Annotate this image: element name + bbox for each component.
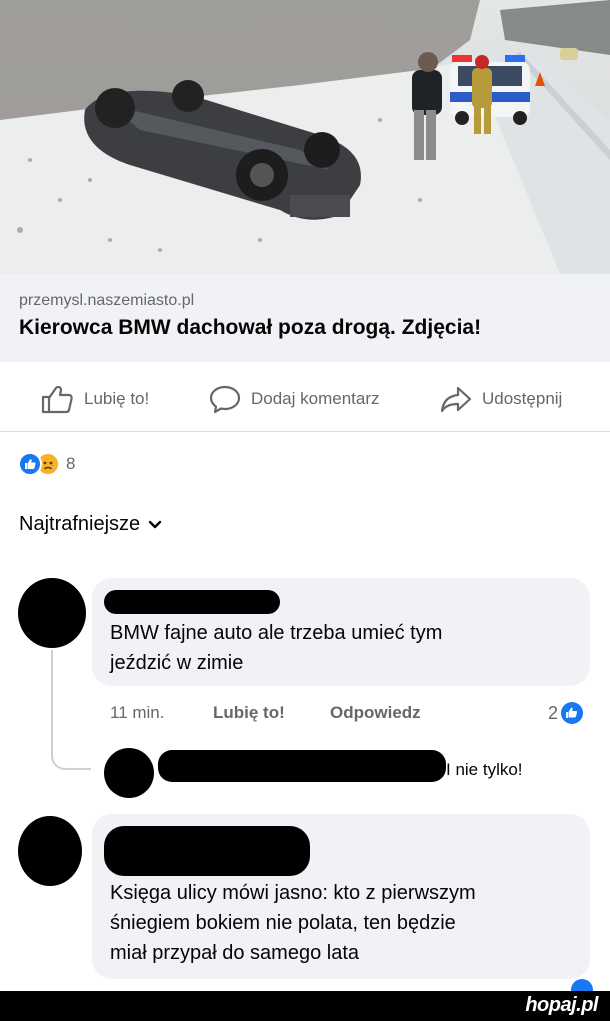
share-button-label: Udostępnij <box>482 389 563 408</box>
share-button[interactable]: Udostępnij <box>440 384 562 414</box>
share-arrow-icon <box>440 386 472 413</box>
avatar[interactable] <box>104 748 154 798</box>
link-preview[interactable]: przemysl.naszemiasto.pl Kierowca BMW dac… <box>0 274 610 362</box>
post-photo-illustration <box>0 0 610 274</box>
comment-sort-label: Najtrafniejsze <box>19 513 141 535</box>
comment-like-count[interactable]: 2 <box>548 701 584 725</box>
like-reaction-icon <box>561 702 584 724</box>
post-action-bar: Lubię to! Dodaj komentarz Udostępnij <box>0 362 610 432</box>
comment-timestamp: 11 min. <box>110 703 165 722</box>
watermark-logo: hopaj.pl <box>525 994 598 1016</box>
comment-text: BMW fajne auto ale trzeba umieć tym jeźd… <box>110 622 443 674</box>
avatar[interactable] <box>18 578 86 648</box>
like-button[interactable]: Lubię to! <box>40 384 149 414</box>
thread-connector-line <box>51 650 91 770</box>
comment-text: Księga ulicy mówi jasno: kto z pierwszym… <box>110 882 476 964</box>
redacted-author-name[interactable] <box>104 826 310 876</box>
thumbs-up-icon <box>41 385 73 414</box>
comment-like-button[interactable]: Lubię to! <box>213 703 285 723</box>
reply-preview-text[interactable]: I nie tylko! <box>446 760 523 780</box>
like-reaction-icon <box>18 452 42 476</box>
like-button-label: Lubię to! <box>84 389 150 408</box>
comment-bubble-icon <box>209 385 241 414</box>
comment-button[interactable]: Dodaj komentarz <box>209 384 380 414</box>
comment-button-label: Dodaj komentarz <box>251 389 380 408</box>
footer-bar: hopaj.pl <box>0 991 610 1021</box>
reaction-count: 8 <box>66 454 76 473</box>
comment-reply-button[interactable]: Odpowiedz <box>330 703 421 723</box>
like-reaction-icon <box>571 979 593 992</box>
chevron-down-icon <box>148 520 162 528</box>
comment-sort-dropdown[interactable]: Najtrafniejsze <box>19 513 162 536</box>
facebook-post-screenshot: przemysl.naszemiasto.pl Kierowca BMW dac… <box>0 0 610 1021</box>
post-photo[interactable] <box>0 0 610 274</box>
link-title[interactable]: Kierowca BMW dachował poza drogą. Zdjęci… <box>19 316 591 340</box>
redacted-author-name[interactable] <box>104 590 280 614</box>
reactions-summary[interactable]: 8 <box>18 452 75 476</box>
link-domain: przemysl.naszemiasto.pl <box>19 292 195 309</box>
comment-like-count-value: 2 <box>548 702 559 723</box>
redacted-reply-author[interactable] <box>158 750 446 782</box>
avatar[interactable] <box>18 816 82 886</box>
